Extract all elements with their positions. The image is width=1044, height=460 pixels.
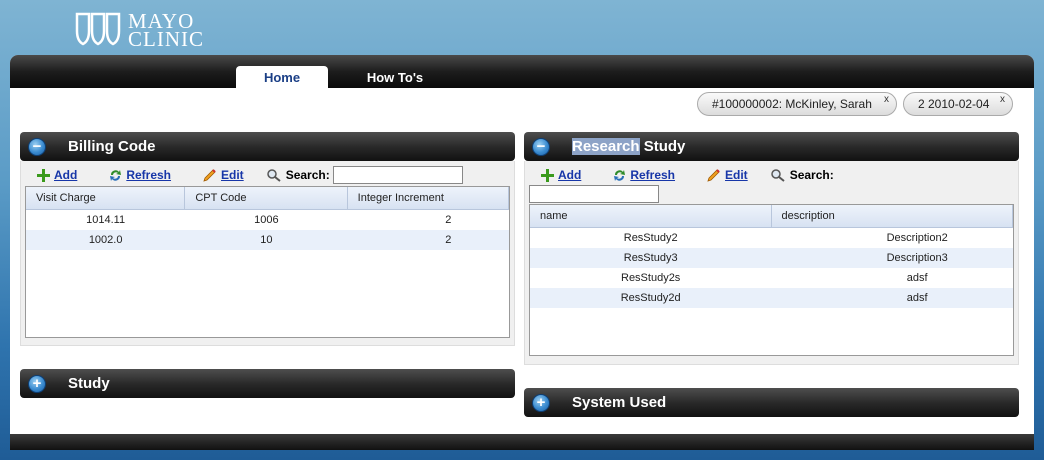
collapse-icon[interactable]: − (28, 137, 46, 156)
billing-code-panel: − Billing Code Add Refresh Edit Search: … (20, 132, 515, 346)
tab-home[interactable]: Home (236, 66, 328, 88)
research-refresh-button[interactable]: Refresh (613, 168, 675, 182)
pencil-icon (707, 169, 720, 182)
column-header[interactable]: name (530, 205, 772, 227)
study-header[interactable]: + Study (20, 369, 515, 398)
table-cell: adsf (906, 272, 928, 284)
billing-code-header[interactable]: − Billing Code (20, 132, 515, 161)
main-frame: Home How To's #100000002: McKinley, Sara… (10, 55, 1034, 450)
visit-context-pill[interactable]: 2 2010-02-04 x (903, 92, 1013, 116)
billing-search-input[interactable] (332, 166, 463, 184)
research-grid: name description ResStudy2 Description2 … (529, 204, 1014, 356)
billing-code-body: Add Refresh Edit Search: Visit Charge CP… (20, 161, 515, 346)
plus-icon (541, 168, 554, 182)
research-search: Search: (770, 168, 834, 182)
table-row[interactable]: 1002.0 10 2 (26, 230, 509, 250)
billing-toolbar: Add Refresh Edit Search: (25, 165, 510, 185)
search-icon (770, 169, 785, 182)
mayo-clinic-logo: MAYO CLINIC (74, 8, 204, 50)
table-row[interactable]: ResStudy2 Description2 (530, 228, 1013, 248)
column-header[interactable]: Integer Increment (348, 187, 509, 209)
billing-search: Search: (266, 166, 463, 184)
shields-icon (75, 12, 121, 46)
table-row[interactable]: ResStudy2d adsf (530, 288, 1013, 308)
table-row[interactable]: 1014.11 1006 2 (26, 210, 509, 230)
billing-edit-button[interactable]: Edit (203, 168, 244, 182)
research-study-body: Add Refresh Edit Search: name descriptio… (524, 161, 1019, 365)
expand-icon[interactable]: + (28, 374, 46, 393)
table-cell: ResStudy2 (623, 232, 678, 244)
table-cell: adsf (906, 292, 928, 304)
tab-how-tos[interactable]: How To's (348, 66, 442, 88)
billing-refresh-button[interactable]: Refresh (109, 168, 171, 182)
search-icon (266, 169, 281, 182)
research-toolbar: Add Refresh Edit Search: (529, 165, 1014, 185)
table-row[interactable]: ResStudy2s adsf (530, 268, 1013, 288)
research-study-header[interactable]: − Research Study (524, 132, 1019, 161)
close-icon[interactable]: x (1000, 94, 1005, 105)
billing-grid: Visit Charge CPT Code Integer Increment … (25, 186, 510, 338)
column-header[interactable]: description (772, 205, 1013, 227)
column-header[interactable]: CPT Code (185, 187, 348, 209)
table-cell: Description2 (886, 232, 948, 244)
expand-icon[interactable]: + (532, 393, 550, 412)
patient-context-pill[interactable]: #100000002: McKinley, Sarah x (697, 92, 897, 116)
research-study-panel: − Research Study Add Refresh Edit Search… (524, 132, 1019, 365)
billing-add-button[interactable]: Add (37, 168, 77, 182)
refresh-icon (614, 169, 626, 181)
search-label: Search: (285, 168, 330, 182)
table-cell: 10 (260, 234, 273, 246)
table-cell: 1006 (254, 214, 279, 226)
column-header[interactable]: Visit Charge (26, 187, 186, 209)
table-cell: Description3 (886, 252, 948, 264)
search-label: Search: (789, 168, 834, 182)
research-grid-header: name description (530, 205, 1013, 228)
logo-text: MAYO CLINIC (128, 11, 204, 51)
bottom-bar (10, 434, 1034, 450)
table-cell: 2 (445, 214, 452, 226)
table-cell: ResStudy2d (620, 292, 681, 304)
system-used-header[interactable]: + System Used (524, 388, 1019, 417)
system-used-title: System Used (572, 394, 667, 411)
study-title: Study (68, 375, 110, 392)
table-cell: 2 (445, 234, 452, 246)
research-search-input[interactable] (529, 185, 659, 203)
visit-context-label: 2 2010-02-04 (918, 97, 990, 111)
table-cell: ResStudy2s (621, 272, 681, 284)
study-panel: + Study (20, 369, 515, 398)
research-add-button[interactable]: Add (541, 168, 581, 182)
refresh-icon (110, 169, 122, 181)
patient-context-label: #100000002: McKinley, Sarah (712, 97, 872, 111)
collapse-icon[interactable]: − (532, 137, 550, 156)
close-icon[interactable]: x (884, 94, 889, 105)
research-study-title: Research Study (572, 138, 686, 155)
table-row[interactable]: ResStudy3 Description3 (530, 248, 1013, 268)
pencil-icon (203, 169, 216, 182)
research-edit-button[interactable]: Edit (707, 168, 748, 182)
table-cell: ResStudy3 (623, 252, 678, 264)
plus-icon (37, 168, 50, 182)
logo-line-2: CLINIC (128, 27, 204, 51)
table-cell: 1014.11 (86, 214, 126, 226)
table-cell: 1002.0 (88, 234, 123, 246)
tab-bar: Home How To's (10, 55, 1034, 88)
billing-code-title: Billing Code (68, 138, 156, 155)
billing-grid-header: Visit Charge CPT Code Integer Increment (26, 187, 509, 210)
system-used-panel: + System Used (524, 388, 1019, 417)
